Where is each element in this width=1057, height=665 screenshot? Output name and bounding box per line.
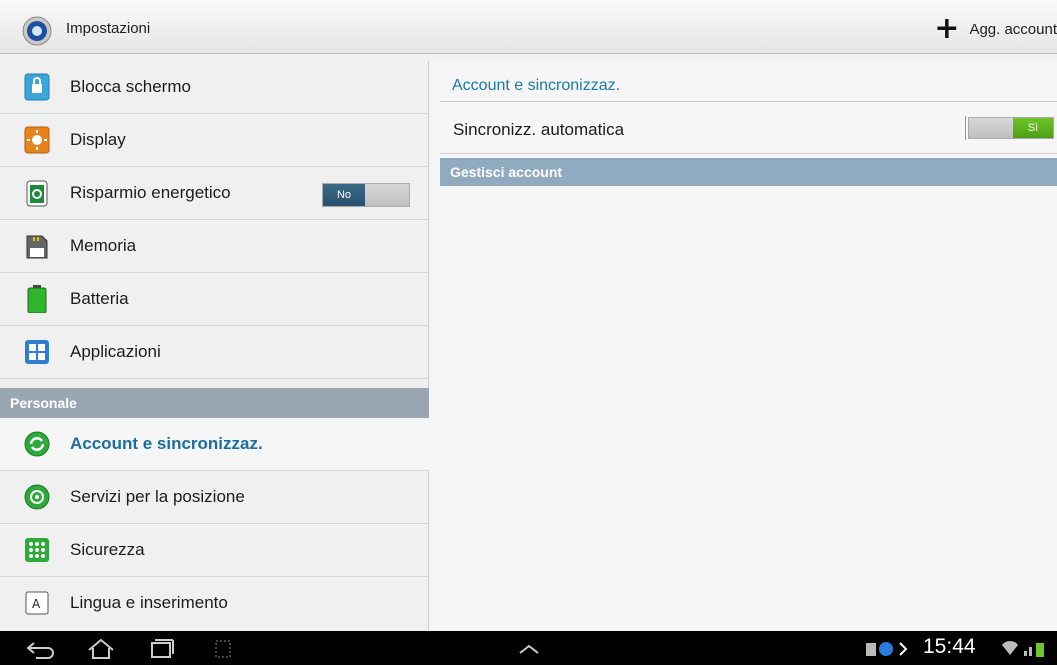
toggle-state: No xyxy=(323,184,365,206)
auto-sync-label: Sincronizz. automatica xyxy=(453,120,625,139)
sidebar-item-label: Memoria xyxy=(70,236,137,255)
auto-sync-row[interactable]: Sincronizz. automatica Sì xyxy=(440,104,1057,154)
sidebar-item-label: Risparmio energetico xyxy=(70,183,231,202)
security-icon xyxy=(25,538,49,562)
sidebar-item-security[interactable]: Sicurezza xyxy=(0,524,429,577)
sidebar-item-display[interactable]: Display xyxy=(0,114,429,167)
add-account-label: Agg. account xyxy=(969,20,1057,38)
sidebar-item-label: Lingua e inserimento xyxy=(70,593,228,612)
auto-sync-toggle[interactable]: Sì xyxy=(965,116,1054,140)
plus-icon: + xyxy=(934,11,960,46)
section-header-personal: Personale xyxy=(0,388,429,418)
sidebar-item-apps[interactable]: Applicazioni xyxy=(0,326,429,379)
sidebar-item-label: Display xyxy=(70,130,126,149)
app-title: Impostazioni xyxy=(66,20,151,37)
back-icon[interactable] xyxy=(24,637,58,661)
section-label: Personale xyxy=(10,395,77,411)
sidebar-item-storage[interactable]: Memoria xyxy=(0,220,429,273)
action-bar: Impostazioni + Agg. account xyxy=(0,0,1057,54)
sidebar-item-label: Blocca schermo xyxy=(70,77,191,96)
system-bar: 15:44 xyxy=(0,631,1057,665)
settings-sidebar: Blocca schermo Display Risparmio energet… xyxy=(0,61,429,631)
toggle-divider xyxy=(965,116,966,140)
home-icon[interactable] xyxy=(84,637,118,661)
toggle-state: Sì xyxy=(1013,118,1053,138)
category-title: Account e sincronizzaz. xyxy=(452,77,621,94)
manage-accounts-label: Gestisci account xyxy=(450,164,563,180)
sync-icon xyxy=(24,431,50,457)
recent-apps-icon[interactable] xyxy=(144,637,178,661)
apps-icon xyxy=(25,340,49,364)
sidebar-item-label: Sicurezza xyxy=(70,540,145,559)
category-divider xyxy=(440,101,1057,102)
sidebar-item-label: Batteria xyxy=(70,289,129,308)
sidebar-item-accounts[interactable]: Account e sincronizzaz. xyxy=(0,418,429,471)
power-saving-icon xyxy=(26,180,48,207)
sidebar-item-label: Applicazioni xyxy=(70,342,161,361)
sidebar-item-location[interactable]: Servizi per la posizione xyxy=(0,471,429,524)
battery-icon xyxy=(27,285,47,313)
manage-accounts-header: Gestisci account xyxy=(440,158,1057,186)
selection-pointer xyxy=(418,428,430,456)
svg-text:A: A xyxy=(32,597,41,611)
sidebar-item-language[interactable]: A Lingua e inserimento xyxy=(0,577,429,630)
clock: 15:44 xyxy=(923,635,976,658)
detail-pane: Account e sincronizzaz. Sincronizz. auto… xyxy=(430,61,1057,631)
notification-icons[interactable] xyxy=(864,637,924,661)
screenshot-icon[interactable] xyxy=(206,637,240,661)
sidebar-item-label: Account e sincronizzaz. xyxy=(70,434,263,453)
location-icon xyxy=(24,484,50,510)
storage-icon xyxy=(26,235,48,259)
lock-icon xyxy=(24,73,50,101)
sidebar-item-lock-screen[interactable]: Blocca schermo xyxy=(0,61,429,114)
display-icon xyxy=(24,126,50,154)
sidebar-item-battery[interactable]: Batteria xyxy=(0,273,429,326)
settings-app-icon[interactable] xyxy=(22,16,52,46)
power-saving-toggle[interactable]: No xyxy=(322,183,410,207)
sidebar-item-label: Servizi per la posizione xyxy=(70,487,245,506)
signal-battery-icons xyxy=(1002,641,1044,657)
add-account-button[interactable]: + Agg. account xyxy=(934,14,1057,44)
chevron-up-icon[interactable] xyxy=(512,637,546,661)
language-icon: A xyxy=(25,591,49,615)
